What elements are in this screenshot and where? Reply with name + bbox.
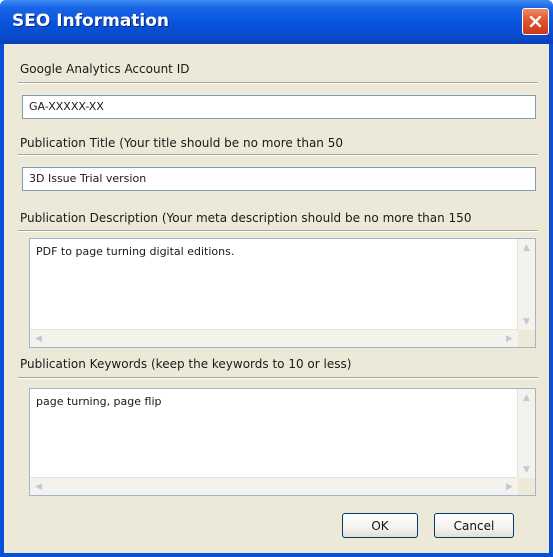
publication-keywords-text: page turning, page flip	[36, 395, 162, 408]
publication-keywords-divider	[18, 377, 538, 379]
arrow-up-icon[interactable]: ▲	[519, 240, 534, 255]
keywords-vertical-scrollbar[interactable]: ▲ ▼	[517, 389, 535, 478]
arrow-left-icon[interactable]: ◀	[31, 479, 46, 494]
publication-description-divider	[18, 230, 538, 232]
close-icon	[529, 15, 542, 28]
dialog-title: SEO Information	[12, 11, 170, 31]
analytics-id-label: Google Analytics Account ID	[20, 62, 190, 76]
analytics-id-input[interactable]: GA-XXXXX-XX	[22, 95, 536, 119]
arrow-down-icon[interactable]: ▼	[519, 462, 534, 477]
arrow-down-icon[interactable]: ▼	[519, 314, 534, 329]
scroll-corner	[518, 330, 535, 347]
arrow-up-icon[interactable]: ▲	[519, 390, 534, 405]
publication-description-textarea[interactable]: PDF to page turning digital editions. ▲ …	[29, 238, 536, 348]
scroll-corner	[518, 478, 535, 495]
keywords-horizontal-scrollbar[interactable]: ◀ ▶	[30, 477, 518, 495]
seo-information-dialog: SEO Information Google Analytics Account…	[0, 0, 553, 557]
arrow-right-icon[interactable]: ▶	[502, 479, 517, 494]
publication-keywords-label: Publication Keywords (keep the keywords …	[20, 357, 352, 371]
description-vertical-scrollbar[interactable]: ▲ ▼	[517, 239, 535, 330]
publication-description-text: PDF to page turning digital editions.	[36, 245, 235, 258]
cancel-button[interactable]: Cancel	[434, 513, 514, 538]
publication-keywords-textarea[interactable]: page turning, page flip ▲ ▼ ◀ ▶	[29, 388, 536, 496]
publication-title-label: Publication Title (Your title should be …	[20, 136, 343, 150]
publication-description-label: Publication Description (Your meta descr…	[20, 211, 472, 225]
description-horizontal-scrollbar[interactable]: ◀ ▶	[30, 329, 518, 347]
arrow-left-icon[interactable]: ◀	[31, 331, 46, 346]
publication-title-input[interactable]: 3D Issue Trial version	[22, 167, 536, 191]
publication-title-divider	[18, 154, 538, 156]
title-bar[interactable]: SEO Information	[0, 0, 553, 44]
close-button[interactable]	[522, 8, 549, 35]
dialog-body: Google Analytics Account ID GA-XXXXX-XX …	[4, 44, 549, 553]
analytics-id-divider	[18, 82, 538, 84]
ok-button[interactable]: OK	[342, 513, 418, 538]
arrow-right-icon[interactable]: ▶	[502, 331, 517, 346]
